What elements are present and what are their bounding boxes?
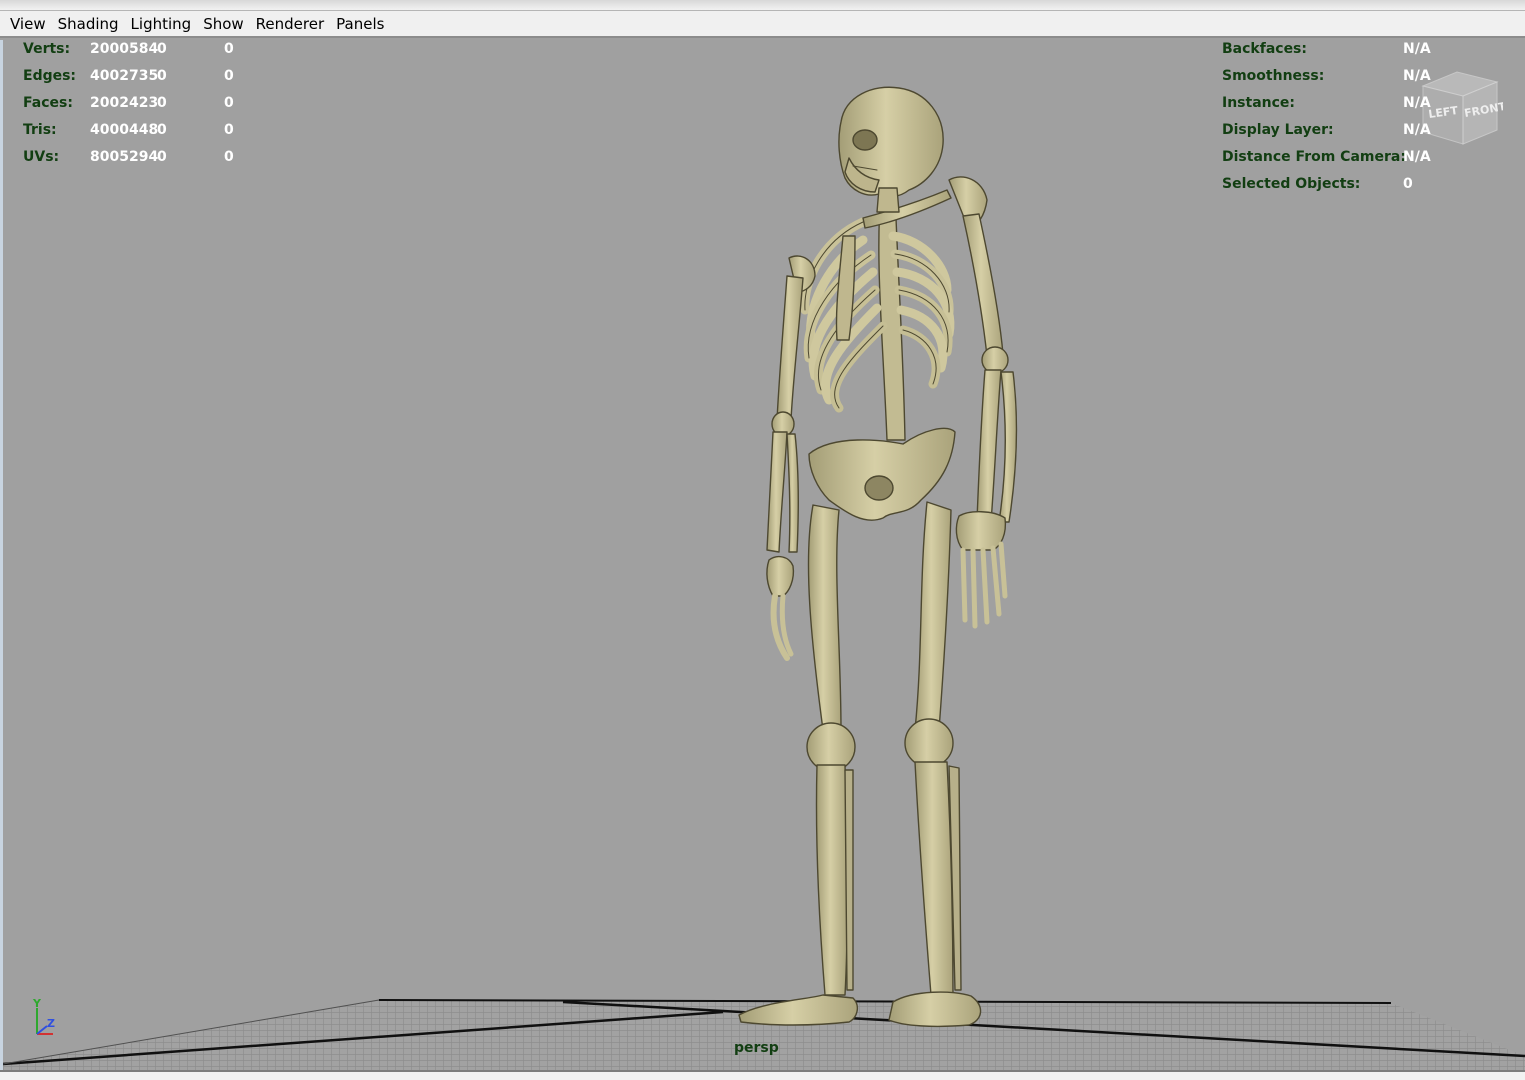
sternum-bone xyxy=(835,235,856,341)
hud-value: 0 xyxy=(157,149,167,165)
hud-label: Distance From Camera: xyxy=(1222,149,1406,165)
hud-value: 0 xyxy=(224,68,234,84)
hud-label: Tris: xyxy=(23,122,57,138)
spine-bones xyxy=(878,189,906,441)
hud-value: 4002735 xyxy=(90,68,159,84)
axis-gizmo-icon: Y Z xyxy=(32,997,55,1035)
hud-value: 0 xyxy=(157,95,167,111)
window-title-strip xyxy=(0,0,1525,11)
menu-lighting[interactable]: Lighting xyxy=(125,11,198,37)
menu-shading[interactable]: Shading xyxy=(52,11,125,37)
hud-value: 0 xyxy=(224,95,234,111)
hud-value: N/A xyxy=(1403,122,1431,138)
hud-label: Faces: xyxy=(23,95,73,111)
hud-label: Instance: xyxy=(1222,95,1296,111)
hud-value: 8005294 xyxy=(90,149,159,165)
hud-value: 0 xyxy=(224,122,234,138)
panel-bottom-border xyxy=(0,1070,1525,1080)
panel-menubar: View Shading Lighting Show Renderer Pane… xyxy=(0,11,1525,38)
hud-label: UVs: xyxy=(23,149,60,165)
perspective-viewport[interactable]: Verts: 2000584 0 0 Edges: 4002735 0 0 Fa… xyxy=(3,40,1525,1070)
neck-vertebrae xyxy=(876,187,900,213)
hud-label: Smoothness: xyxy=(1222,68,1325,84)
menu-show[interactable]: Show xyxy=(197,11,249,37)
camera-name-label: persp xyxy=(734,1040,779,1056)
right-leg-bones xyxy=(888,501,982,1028)
hud-value: 0 xyxy=(224,149,234,165)
hud-label: Verts: xyxy=(23,41,71,57)
hud-value: 2002423 xyxy=(90,95,159,111)
hud-value: 0 xyxy=(224,41,234,57)
hud-value: 0 xyxy=(157,41,167,57)
left-leg-bones xyxy=(738,504,859,1026)
menu-panels[interactable]: Panels xyxy=(330,11,390,37)
hud-label: Display Layer: xyxy=(1222,122,1334,138)
hud-value: N/A xyxy=(1403,68,1431,84)
menu-renderer[interactable]: Renderer xyxy=(250,11,330,37)
hud-value: 0 xyxy=(157,68,167,84)
axis-z-label: Z xyxy=(47,1017,55,1030)
skull-bone xyxy=(838,86,944,198)
hud-value: N/A xyxy=(1403,149,1431,165)
hud-value: 0 xyxy=(157,122,167,138)
axis-y-label: Y xyxy=(32,997,42,1010)
hud-label: Edges: xyxy=(23,68,77,84)
hud-value: 0 xyxy=(1403,176,1413,192)
right-arm-bones xyxy=(948,176,1018,629)
hud-label: Backfaces: xyxy=(1222,41,1307,57)
clavicle-bone xyxy=(862,189,952,229)
skeleton-model[interactable] xyxy=(738,86,1018,1028)
hud-value: N/A xyxy=(1403,41,1431,57)
menu-view[interactable]: View xyxy=(4,11,52,37)
hud-value: 4000448 xyxy=(90,122,159,138)
hud-value: 2000584 xyxy=(90,41,159,57)
hud-value: N/A xyxy=(1403,95,1431,111)
hud-label: Selected Objects: xyxy=(1222,176,1361,192)
